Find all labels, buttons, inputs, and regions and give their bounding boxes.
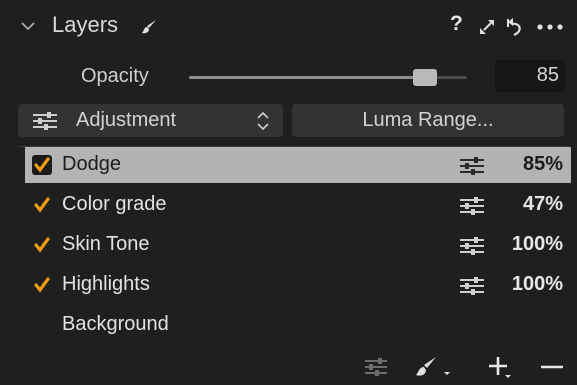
layer-checkbox[interactable] — [32, 155, 52, 175]
layer-opacity: 85% — [522, 153, 563, 175]
opacity-label: Opacity — [81, 65, 149, 87]
opacity-slider[interactable] — [189, 69, 467, 86]
layer-name: Background — [62, 313, 169, 335]
layer-row-background[interactable]: Background — [25, 307, 571, 343]
updown-chevron-icon — [257, 111, 269, 131]
adjustment-sliders-icon — [33, 112, 57, 130]
layer-type-select[interactable]: Adjustment — [18, 104, 283, 137]
chevron-down-icon[interactable] — [20, 18, 36, 34]
luma-range-button[interactable]: Luma Range... — [292, 104, 564, 137]
layer-checkbox[interactable] — [32, 235, 52, 255]
panel-title: Layers — [52, 12, 119, 37]
layer-adjustment-icon — [460, 277, 484, 295]
layer-name: Skin Tone — [62, 233, 150, 255]
layer-checkbox[interactable] — [32, 195, 52, 215]
more-icon[interactable] — [535, 17, 565, 37]
layer-row-color-grade[interactable]: Color grade 47% — [25, 187, 571, 223]
layer-row-dodge[interactable]: Dodge 85% — [25, 147, 571, 183]
expand-icon[interactable] — [478, 18, 496, 36]
layers-panel: Layers ? Opacity 85 Adjustment Luma Rang… — [0, 0, 577, 385]
layer-opacity: 100% — [511, 233, 563, 255]
layer-adjustment-icon — [460, 157, 484, 175]
layer-type-label: Adjustment — [76, 109, 177, 131]
layer-opacity: 47% — [522, 193, 563, 215]
reset-icon[interactable] — [505, 17, 523, 37]
add-icon[interactable] — [488, 355, 516, 381]
layer-name: Color grade — [62, 193, 167, 215]
layer-settings-icon[interactable] — [364, 358, 388, 376]
layer-row-skin-tone[interactable]: Skin Tone 100% — [25, 227, 571, 263]
layer-checkbox[interactable] — [32, 275, 52, 295]
remove-icon[interactable] — [540, 362, 564, 372]
layer-name: Highlights — [62, 273, 150, 295]
panel-header: Layers ? — [0, 0, 577, 56]
layer-name: Dodge — [62, 153, 121, 175]
brush-icon[interactable] — [140, 18, 158, 36]
layer-adjustment-icon — [460, 197, 484, 215]
layer-adjustment-icon — [460, 237, 484, 255]
layer-row-highlights[interactable]: Highlights 100% — [25, 267, 571, 303]
layer-opacity: 100% — [511, 273, 563, 295]
opacity-slider-thumb[interactable] — [413, 69, 438, 86]
opacity-value-field[interactable]: 85 — [495, 60, 565, 92]
opacity-slider-fill — [189, 76, 426, 79]
help-button[interactable]: ? — [450, 12, 463, 36]
brush-add-icon[interactable] — [414, 355, 456, 379]
